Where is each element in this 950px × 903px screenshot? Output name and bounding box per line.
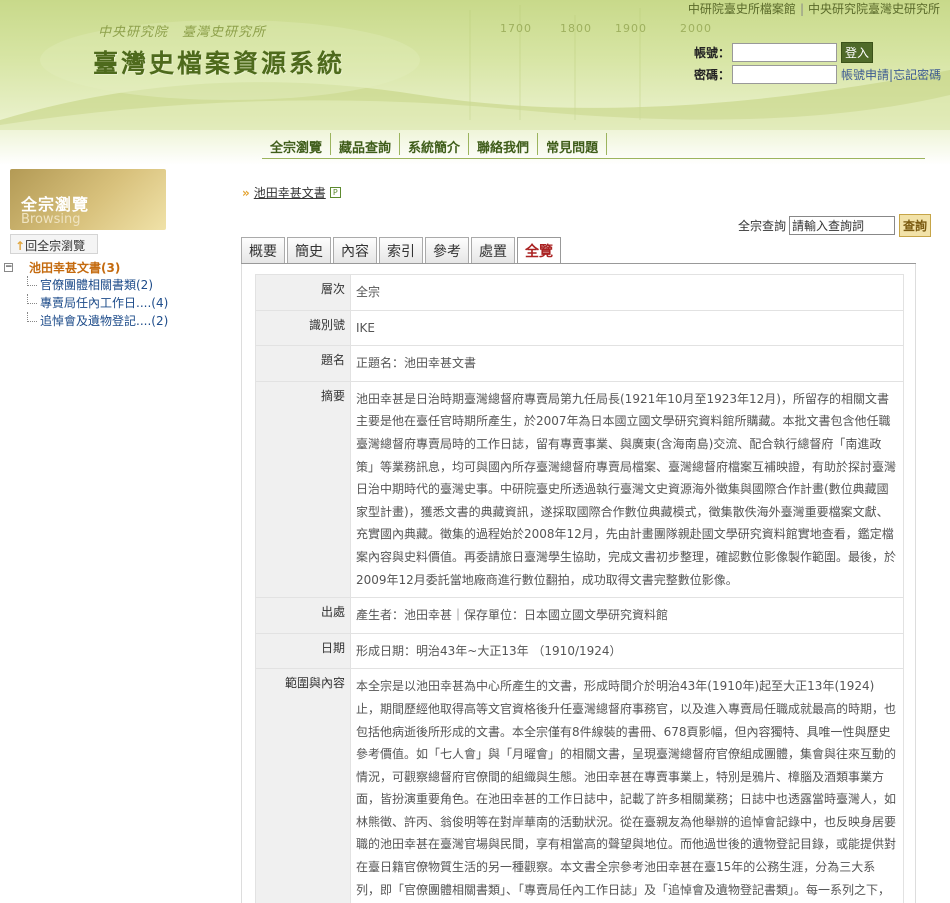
tree-item[interactable]: 官僚團體相關書類(2) <box>4 276 168 294</box>
field-value: 正題名：池田幸甚文書 <box>350 345 904 382</box>
nav-contact[interactable]: 聯絡我們 <box>469 133 539 156</box>
detail-table: 層次 全宗 識別號 IKE 題名 正題名：池田幸甚文書 摘要 池田幸甚是日治時期… <box>255 274 904 903</box>
tab-summary[interactable]: 概要 <box>241 237 285 263</box>
year-label: 2000 <box>680 22 712 35</box>
tab-index[interactable]: 索引 <box>379 237 423 263</box>
field-label: 層次 <box>255 274 351 311</box>
field-value: 全宗 <box>350 274 904 311</box>
nav-faq[interactable]: 常見問題 <box>538 133 608 156</box>
field-value: IKE <box>350 309 904 347</box>
tab-reference[interactable]: 參考 <box>425 237 469 263</box>
field-value: 形成日期：明治43年~大正13年 （1910/1924） <box>350 632 904 670</box>
tree-item[interactable]: 專賣局任內工作日....(4) <box>4 294 168 312</box>
tree-item-label[interactable]: 追悼會及遺物登記....(2) <box>40 314 168 328</box>
field-value: 池田幸甚是日治時期臺灣總督府專賣局第九任局長(1921年10月至1923年12月… <box>350 380 904 599</box>
field-value: 產生者：池田幸甚｜保存單位：日本國立國文學研究資料館 <box>350 597 904 634</box>
account-row: 帳號： 登入 <box>694 42 874 63</box>
tree-root[interactable]: − 池田幸甚文書(3) <box>4 259 168 276</box>
year-label: 1700 <box>500 22 532 35</box>
breadcrumb: » 池田幸甚文書 P <box>242 184 341 201</box>
site-title[interactable]: 臺灣史檔案資源系統 <box>93 44 345 80</box>
top-links: 中研院臺史所檔案館 | 中央研究院臺灣史研究所 <box>684 0 944 17</box>
password-label: 密碼： <box>694 68 731 82</box>
account-label: 帳號： <box>694 46 731 60</box>
tab-disposal[interactable]: 處置 <box>471 237 515 263</box>
back-label: 回全宗瀏覽 <box>25 239 86 253</box>
login-button[interactable]: 登入 <box>841 42 874 63</box>
field-label: 範圍與內容 <box>255 668 351 903</box>
field-label: 題名 <box>255 345 351 382</box>
password-input[interactable] <box>732 65 837 84</box>
field-value: 本全宗是以池田幸甚為中心所產生的文書，形成時間介於明治43年(1910年)起至大… <box>350 668 904 903</box>
fonds-search: 全宗查詢 查詢 <box>738 214 932 237</box>
table-row: 識別號 IKE <box>255 309 904 347</box>
field-label: 識別號 <box>255 309 351 347</box>
badge-subtitle: Browsing <box>21 212 81 227</box>
tree-root-label[interactable]: 池田幸甚文書(3) <box>29 259 120 276</box>
collapse-icon[interactable]: − <box>4 263 13 272</box>
print-icon[interactable]: P <box>329 187 341 198</box>
table-row: 日期 形成日期：明治43年~大正13年 （1910/1924） <box>255 632 904 670</box>
tab-history[interactable]: 簡史 <box>287 237 331 263</box>
year-label: 1800 <box>560 22 592 35</box>
field-label: 摘要 <box>255 380 351 599</box>
main-nav: 全宗瀏覽 藏品查詢 系統簡介 聯絡我們 常見問題 <box>262 133 925 159</box>
nav-search[interactable]: 藏品查詢 <box>331 133 401 156</box>
up-arrow-icon: ↑ <box>15 239 26 253</box>
nav-about[interactable]: 系統簡介 <box>400 133 470 156</box>
search-input[interactable] <box>789 216 896 235</box>
tab-content[interactable]: 內容 <box>333 237 377 263</box>
table-row: 範圍與內容 本全宗是以池田幸甚為中心所產生的文書，形成時間介於明治43年(191… <box>255 668 904 903</box>
year-label: 1900 <box>615 22 647 35</box>
table-row: 摘要 池田幸甚是日治時期臺灣總督府專賣局第九任局長(1921年10月至1923年… <box>255 380 904 599</box>
browsing-badge: 全宗瀏覽 Browsing <box>10 169 166 230</box>
org-line: 中央研究院 臺灣史研究所 <box>98 25 267 40</box>
search-button[interactable]: 查詢 <box>899 214 932 237</box>
top-link-archive[interactable]: 中研院臺史所檔案館 <box>684 2 800 16</box>
account-input[interactable] <box>732 43 837 62</box>
apply-account-link[interactable]: 帳號申請 <box>841 68 889 82</box>
breadcrumb-link[interactable]: 池田幸甚文書 <box>254 184 326 201</box>
nav-browse[interactable]: 全宗瀏覽 <box>262 133 332 156</box>
forgot-password-link[interactable]: 忘記密碼 <box>893 68 941 82</box>
table-row: 題名 正題名：池田幸甚文書 <box>255 345 904 382</box>
tree-item[interactable]: 追悼會及遺物登記....(2) <box>4 312 168 330</box>
tree-item-label[interactable]: 專賣局任內工作日....(4) <box>40 296 168 310</box>
table-row: 層次 全宗 <box>255 274 904 311</box>
top-link-institute[interactable]: 中央研究院臺灣史研究所 <box>804 2 944 16</box>
password-row: 密碼： 帳號申請|忘記密碼 <box>694 65 941 84</box>
detail-tabs: 概要 簡史 內容 索引 參考 處置 全覽 <box>241 237 563 263</box>
field-label: 出處 <box>255 597 351 634</box>
back-to-browse-button[interactable]: ↑回全宗瀏覽 <box>10 234 98 254</box>
field-label: 日期 <box>255 632 351 670</box>
double-chevron-icon: » <box>242 185 250 200</box>
tree-item-label[interactable]: 官僚團體相關書類(2) <box>40 278 153 292</box>
table-row: 出處 產生者：池田幸甚｜保存單位：日本國立國文學研究資料館 <box>255 597 904 634</box>
search-label: 全宗查詢 <box>738 219 787 233</box>
fonds-tree: − 池田幸甚文書(3) 官僚團體相關書類(2) 專賣局任內工作日....(4) … <box>4 259 168 330</box>
tab-full-view[interactable]: 全覽 <box>517 237 561 263</box>
